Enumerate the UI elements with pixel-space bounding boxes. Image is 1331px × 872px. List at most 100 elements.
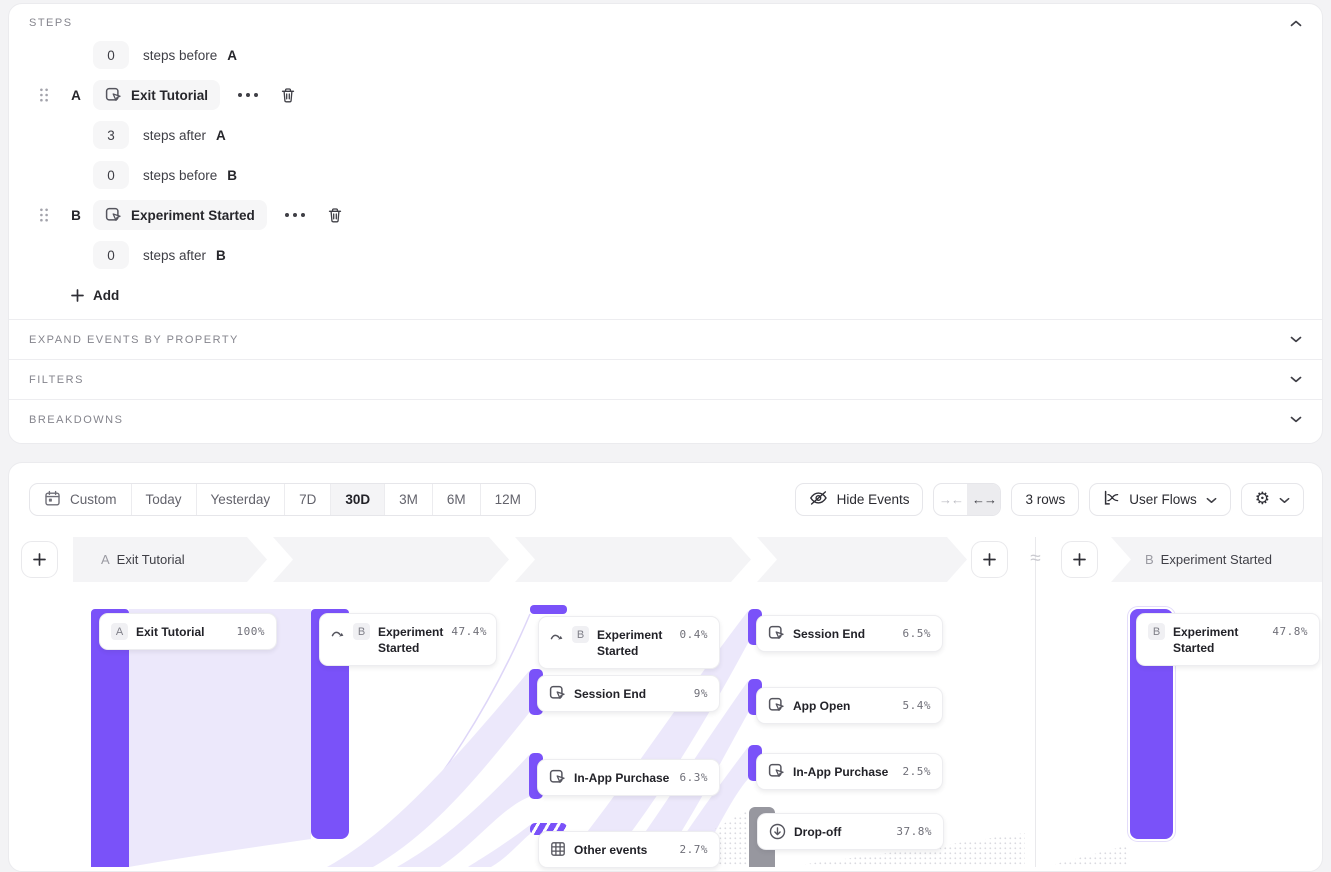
flow-node-other-events[interactable]: Other events 2.7%	[538, 831, 720, 868]
date-range-custom-label: Custom	[70, 492, 117, 507]
section-breakdowns[interactable]: BREAKDOWNS	[9, 399, 1322, 439]
flow-node-experiment-started-final[interactable]: B Experiment Started 47.8%	[1136, 613, 1320, 666]
step-badge: B	[1148, 623, 1165, 640]
more-options-icon[interactable]	[284, 212, 306, 218]
flow-node-app-open[interactable]: App Open 5.4%	[756, 687, 943, 724]
chart-toolbar: Custom Today Yesterday 7D 30D 3M 6M 12M …	[9, 463, 1322, 516]
flows-chart-icon	[1103, 490, 1120, 509]
date-range-custom[interactable]: Custom	[30, 484, 131, 515]
hide-events-button[interactable]: Hide Events	[795, 483, 924, 516]
date-range-today[interactable]: Today	[131, 484, 196, 515]
arrows-outward-icon: ←→	[972, 492, 996, 507]
flow-node-percent: 5.4%	[903, 697, 932, 712]
date-range-control: Custom Today Yesterday 7D 30D 3M 6M 12M	[29, 483, 536, 516]
steps-after-a-input[interactable]: 3	[93, 121, 129, 149]
steps-before-a-input[interactable]: 0	[93, 41, 129, 69]
add-step-button[interactable]: Add	[9, 275, 1322, 315]
trash-icon[interactable]	[280, 87, 296, 104]
step-ref-b: B	[216, 248, 226, 263]
flow-node-percent: 2.7%	[680, 841, 709, 856]
date-range-3m[interactable]: 3M	[384, 484, 432, 515]
section-filters[interactable]: FILTERS	[9, 359, 1322, 399]
view-type-button[interactable]: User Flows	[1089, 483, 1231, 516]
date-range-6m[interactable]: 6M	[432, 484, 480, 515]
flow-node-percent: 37.8%	[896, 823, 932, 838]
chevron-down-icon	[1206, 492, 1217, 507]
flow-node-exit-tutorial[interactable]: A Exit Tutorial 100%	[99, 613, 277, 650]
steps-section-header[interactable]: STEPS	[9, 4, 1322, 35]
chart-actions: Hide Events →← ←→ 3 rows User Flo	[795, 483, 1304, 516]
chevron-down-icon	[1290, 416, 1302, 423]
flow-node-label: In-App Purchase	[574, 769, 669, 786]
steps-after-a-label: steps after	[143, 128, 206, 143]
step-b-letter: B	[69, 208, 83, 223]
date-range-30d-selected[interactable]: 30D	[330, 484, 384, 515]
step-badge: B	[353, 623, 370, 640]
grid-icon	[550, 841, 566, 857]
calendar-icon	[44, 490, 61, 510]
gear-icon: ⚙	[1255, 491, 1270, 508]
steps-before-b-input[interactable]: 0	[93, 161, 129, 189]
flow-node-experiment-started[interactable]: B Experiment Started 47.4%	[319, 613, 497, 666]
plus-icon	[71, 289, 84, 302]
flow-node-session-end[interactable]: Session End 9%	[537, 675, 720, 712]
chevron-down-icon	[1279, 492, 1290, 507]
arrows-inward-icon: →←	[939, 492, 963, 507]
flow-node-label: Session End	[574, 685, 646, 702]
add-step-label: Add	[93, 288, 119, 303]
trash-icon[interactable]	[327, 207, 343, 224]
flow-bar-experiment-started-small[interactable]	[530, 605, 567, 614]
flow-node-in-app-purchase[interactable]: In-App Purchase 6.3%	[537, 759, 720, 796]
steps-after-b-input[interactable]: 0	[93, 241, 129, 269]
section-expand-events[interactable]: EXPAND EVENTS BY PROPERTY	[9, 319, 1322, 359]
query-builder-panel: STEPS 0 steps before A A Exit Tutorial	[8, 3, 1323, 444]
steps-after-a-row: 3 steps after A	[9, 115, 1322, 155]
flow-node-label: Session End	[793, 625, 865, 642]
expand-columns-button[interactable]: ←→	[967, 484, 1000, 515]
flow-node-percent: 6.3%	[680, 769, 709, 784]
event-icon	[768, 763, 785, 779]
more-options-icon[interactable]	[237, 92, 259, 98]
flow-node-percent: 2.5%	[903, 763, 932, 778]
rows-count-button[interactable]: 3 rows	[1011, 483, 1079, 516]
event-a-name: Exit Tutorial	[131, 88, 208, 103]
indirect-flow-arrow-icon	[331, 623, 345, 638]
flow-node-experiment-started[interactable]: B Experiment Started 0.4%	[538, 616, 720, 669]
flow-node-drop-off[interactable]: Drop-off 37.8%	[757, 813, 944, 850]
settings-button[interactable]: ⚙	[1241, 483, 1304, 516]
collapse-columns-button[interactable]: →←	[934, 484, 967, 515]
flow-node-percent: 0.4%	[680, 626, 709, 641]
drag-handle-icon[interactable]	[39, 87, 51, 103]
flow-node-label: App Open	[793, 697, 850, 714]
flow-node-in-app-purchase[interactable]: In-App Purchase 2.5%	[756, 753, 943, 790]
step-ref-b: B	[227, 168, 237, 183]
steps-after-b-label: steps after	[143, 248, 206, 263]
collapse-expand-control: →← ←→	[933, 483, 1001, 516]
event-select-button-b[interactable]: Experiment Started	[93, 200, 267, 230]
step-ref-a: A	[216, 128, 226, 143]
flow-node-percent: 47.8%	[1272, 623, 1308, 638]
date-range-12m[interactable]: 12M	[480, 484, 535, 515]
event-icon	[105, 207, 122, 223]
steps-before-a-row: 0 steps before A	[9, 35, 1322, 75]
event-icon	[549, 685, 566, 701]
steps-after-b-row: 0 steps after B	[9, 235, 1322, 275]
flow-node-percent: 100%	[237, 623, 266, 638]
chevron-down-icon	[1290, 376, 1302, 383]
flow-node-session-end[interactable]: Session End 6.5%	[756, 615, 943, 652]
flow-node-label: Experiment Started	[597, 626, 672, 659]
drag-handle-icon[interactable]	[39, 207, 51, 223]
event-icon	[549, 769, 566, 785]
drop-off-icon	[769, 823, 786, 840]
eye-off-icon	[809, 490, 828, 509]
event-select-button-a[interactable]: Exit Tutorial	[93, 80, 220, 110]
step-badge: A	[111, 623, 128, 640]
date-range-yesterday[interactable]: Yesterday	[196, 484, 285, 515]
chevron-up-icon[interactable]	[1290, 20, 1302, 27]
indirect-flow-arrow-icon	[550, 626, 564, 641]
section-expand-events-title: EXPAND EVENTS BY PROPERTY	[29, 334, 239, 346]
flow-node-percent: 9%	[694, 685, 708, 700]
date-range-7d[interactable]: 7D	[284, 484, 330, 515]
steps-before-b-row: 0 steps before B	[9, 155, 1322, 195]
flow-node-percent: 6.5%	[903, 625, 932, 640]
